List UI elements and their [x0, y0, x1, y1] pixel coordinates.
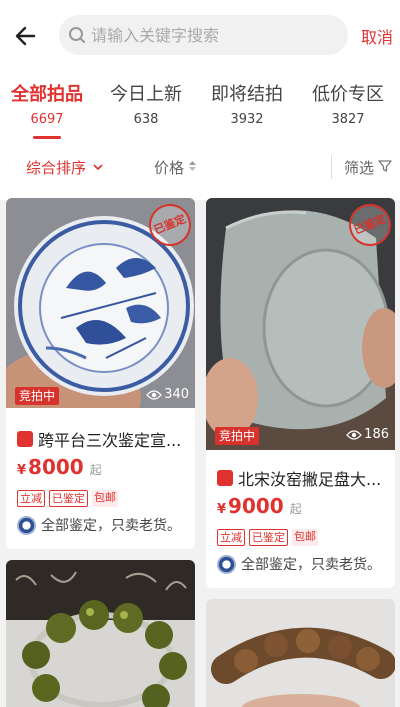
top-bar: 取消 全部拍品 6697 今日上新 638 即将结拍 3932 低价专区 382… — [0, 0, 400, 200]
tag-authenticated: 已鉴定 — [249, 529, 288, 546]
view-count-value: 340 — [164, 387, 189, 402]
seller-slogan: 全部鉴定，只卖老货。 — [41, 518, 181, 534]
price-label: 价格 — [154, 159, 185, 177]
tab-count: 6697 — [30, 112, 64, 127]
active-tab-indicator — [33, 136, 61, 139]
tab-label: 今日上新 — [110, 84, 182, 105]
funnel-icon — [378, 159, 392, 177]
product-image[interactable] — [6, 560, 195, 707]
auction-hammer-icon — [217, 470, 233, 486]
product-card[interactable] — [206, 599, 395, 707]
chevron-down-icon — [92, 159, 104, 177]
currency-symbol: ¥ — [217, 502, 227, 517]
tab-count: 3932 — [230, 112, 264, 127]
tag-discount: 立减 — [17, 490, 45, 507]
price-suffix: 起 — [89, 463, 102, 477]
seller-info[interactable]: 全部鉴定，只卖老货。 — [17, 515, 181, 535]
sort-dropdown[interactable]: 综合排序 — [26, 157, 104, 178]
tab-all-items[interactable]: 全部拍品 6697 — [9, 80, 85, 139]
product-card[interactable]: 已鉴定 竞拍中 340 跨平台三次鉴定宣... ¥ 8000 起 立减 已鉴定 … — [6, 198, 195, 549]
sort-arrows-icon — [188, 159, 197, 177]
filter-label: 筛选 — [344, 159, 375, 177]
tag-free-shipping: 包邮 — [92, 490, 118, 507]
product-title[interactable]: 跨平台三次鉴定宣... — [17, 427, 181, 451]
price-sort[interactable]: 价格 — [154, 157, 197, 178]
currency-symbol: ¥ — [17, 463, 27, 478]
view-count: 340 — [146, 386, 189, 404]
back-arrow-icon[interactable] — [12, 22, 40, 50]
product-title-text: 跨平台三次鉴定宣... — [38, 431, 182, 450]
tag-discount: 立减 — [217, 529, 245, 546]
search-icon — [67, 25, 87, 45]
product-title-text: 北宋汝窑撇足盘大... — [238, 470, 382, 489]
tab-low-price[interactable]: 低价专区 3827 — [310, 80, 386, 127]
price-value: 9000 — [228, 494, 284, 518]
tab-count: 638 — [133, 112, 159, 127]
price: ¥ 8000 起 — [17, 455, 102, 479]
price-value: 8000 — [28, 455, 84, 479]
tab-ending-soon[interactable]: 即将结拍 3932 — [209, 80, 285, 127]
tag-list: 立减 已鉴定 包邮 — [17, 490, 118, 507]
filter-bar: 综合排序 价格 筛选 — [0, 145, 400, 189]
product-image[interactable]: 已鉴定 竞拍中 186 — [206, 198, 395, 450]
price: ¥ 9000 起 — [217, 494, 302, 518]
category-tabs: 全部拍品 6697 今日上新 638 即将结拍 3932 低价专区 3827 — [0, 80, 400, 140]
search-input[interactable] — [91, 15, 341, 55]
product-image[interactable] — [206, 599, 395, 707]
tag-authenticated: 已鉴定 — [49, 490, 88, 507]
price-suffix: 起 — [289, 502, 302, 516]
product-title[interactable]: 北宋汝窑撇足盘大... — [217, 466, 381, 490]
seller-info[interactable]: 全部鉴定，只卖老货。 — [217, 554, 381, 574]
sort-label: 综合排序 — [26, 159, 87, 177]
view-count-value: 186 — [364, 427, 389, 442]
product-card[interactable]: 已鉴定 竞拍中 186 北宋汝窑撇足盘大... ¥ 9000 起 立减 已鉴定 … — [206, 198, 395, 588]
tab-count: 3827 — [331, 112, 365, 127]
product-image[interactable]: 已鉴定 竞拍中 340 — [6, 198, 195, 408]
status-badge: 竞拍中 — [15, 387, 60, 405]
tab-label: 全部拍品 — [11, 84, 83, 105]
filter-divider — [331, 155, 332, 179]
search-box[interactable] — [59, 15, 348, 55]
tag-free-shipping: 包邮 — [292, 529, 318, 546]
tab-label: 即将结拍 — [211, 84, 283, 105]
tab-label: 低价专区 — [312, 84, 384, 105]
eye-icon — [346, 429, 363, 441]
filter-button[interactable]: 筛选 — [344, 157, 392, 178]
product-card[interactable] — [6, 560, 195, 707]
eye-icon — [146, 389, 163, 401]
view-count: 186 — [346, 426, 389, 444]
status-badge: 竞拍中 — [215, 427, 260, 445]
tab-new-today[interactable]: 今日上新 638 — [108, 80, 184, 127]
auction-hammer-icon — [17, 431, 33, 447]
cancel-button[interactable]: 取消 — [361, 24, 393, 48]
tag-list: 立减 已鉴定 包邮 — [217, 529, 318, 546]
seller-slogan: 全部鉴定，只卖老货。 — [241, 557, 381, 573]
avatar — [217, 554, 236, 574]
avatar — [17, 515, 36, 535]
